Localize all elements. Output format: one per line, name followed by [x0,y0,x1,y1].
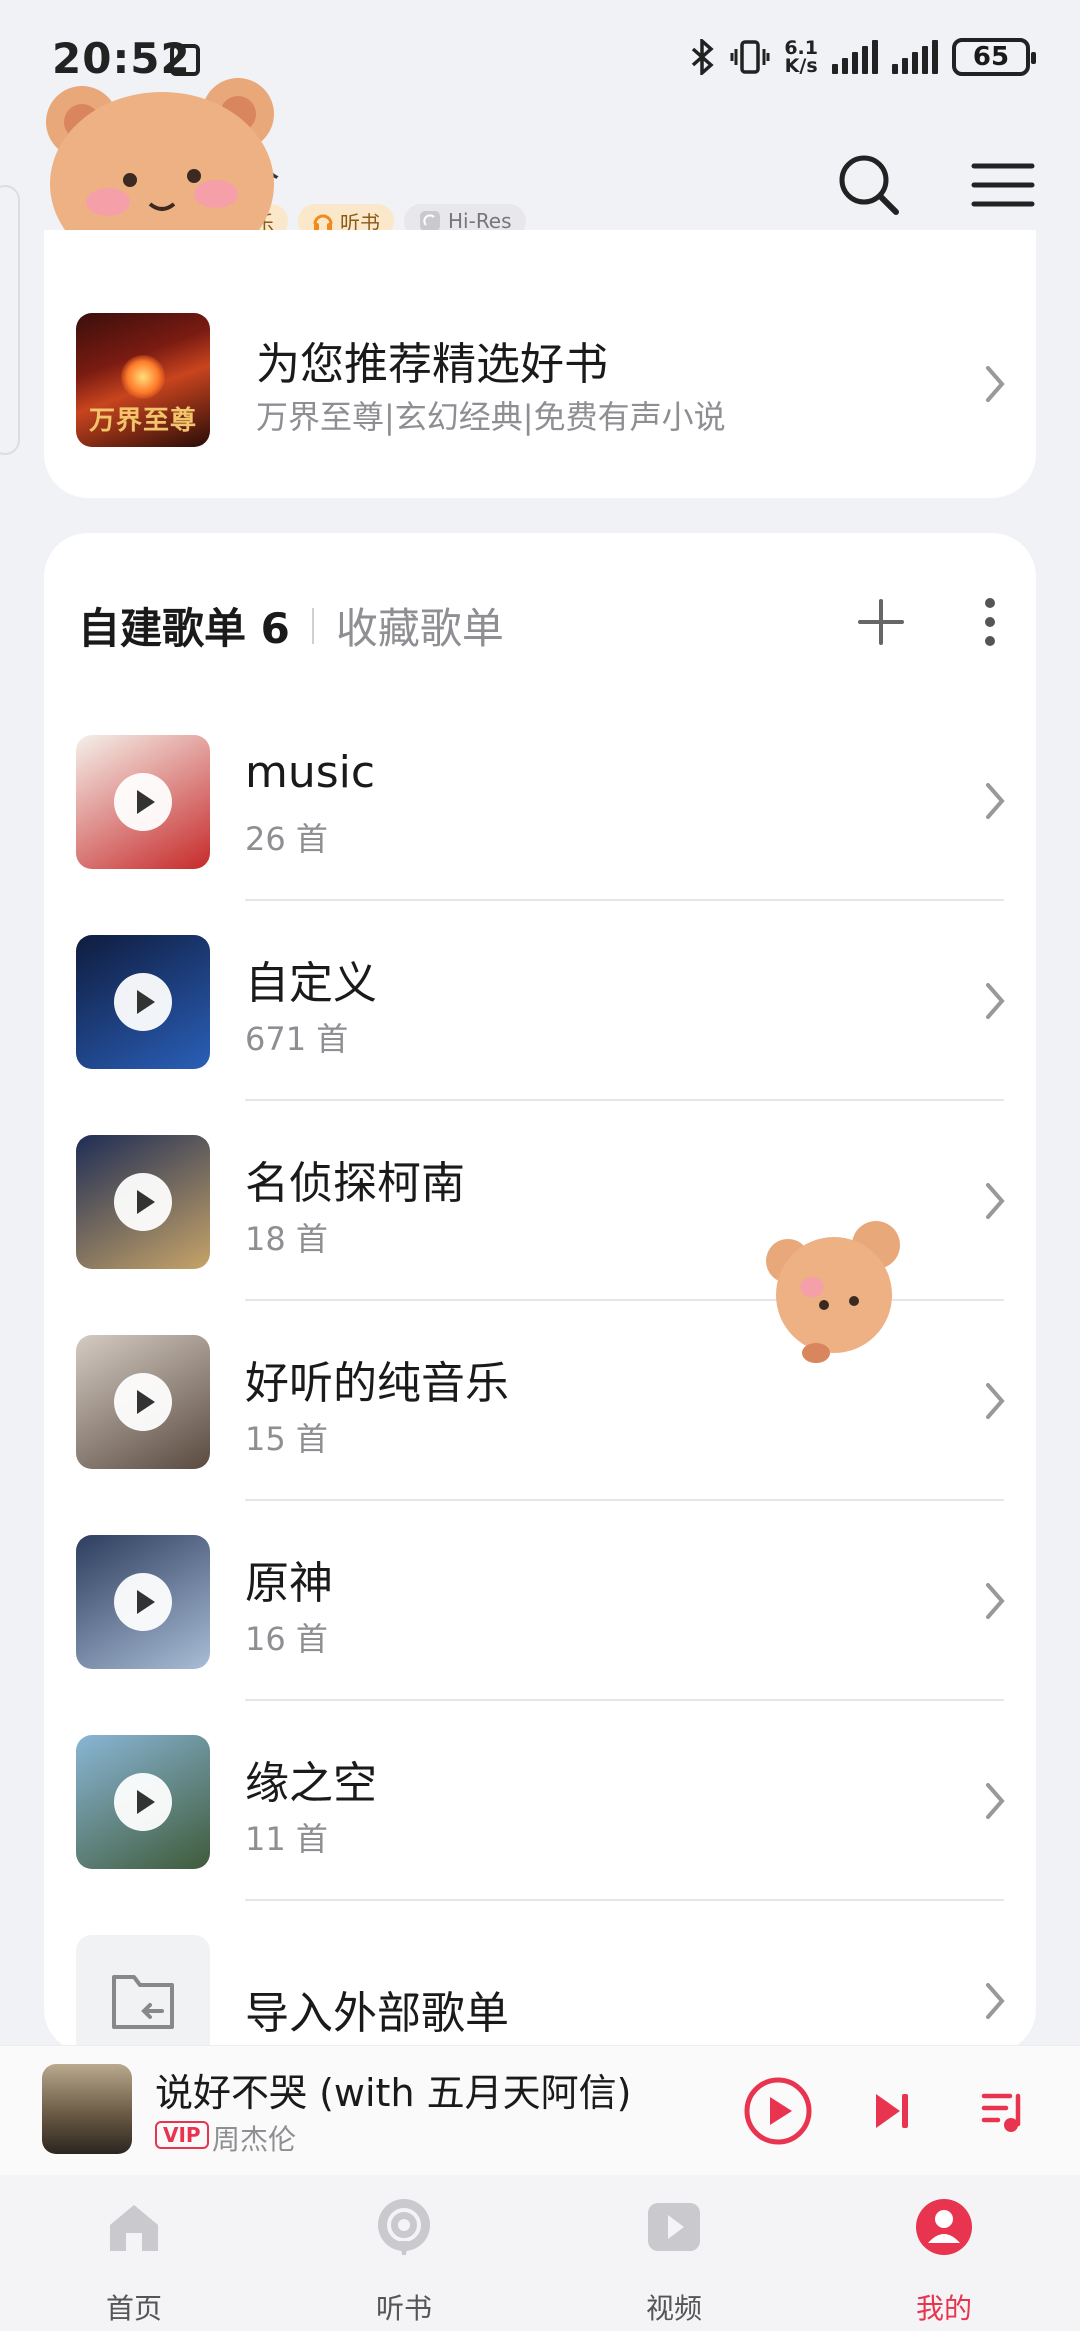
playlist-count: 15 首 [245,1420,328,1458]
net-speed: 6.1 K/s [784,37,818,77]
queue-button[interactable] [980,2090,1028,2134]
playlist-name: 原神 [245,1558,333,1609]
play-button[interactable] [742,2075,814,2147]
now-playing-cover[interactable] [42,2064,132,2154]
now-playing-title: 说好不哭 (with 五月天阿信) [155,2071,632,2115]
playlist-cover [76,1335,210,1469]
playlist-count: 26 首 [245,820,328,858]
now-playing-artist: 周杰伦 [212,2123,297,2156]
nav-video-label: 视频 [645,2292,702,2325]
search-button[interactable] [834,150,904,220]
playlist-cover [76,935,210,1069]
bluetooth-icon [692,39,714,75]
playlist-count: 11 首 [245,1820,328,1858]
mini-player[interactable]: 说好不哭 (with 五月天阿信) VIP 周杰伦 [0,2045,1080,2175]
tab-divider [311,607,314,644]
play-overlay-icon[interactable] [114,1573,172,1631]
playlist-cover [76,1535,210,1669]
nav-audiobook[interactable]: 听书 [324,2175,484,2331]
chevron-right-icon [986,1583,1005,1619]
bottom-nav: 首页 听书 视频 我的 [0,2175,1080,2331]
playlist-cover [76,1735,210,1869]
playlist-row[interactable]: 自定义 671 首 [44,901,1036,1101]
play-overlay-icon[interactable] [114,773,172,831]
tab-created-playlists[interactable]: 自建歌单 6 [78,595,290,656]
nav-audiobook-label: 听书 [375,2292,432,2325]
playlist-count: 18 首 [245,1220,328,1258]
playlist-row[interactable]: 原神 16 首 [44,1501,1036,1701]
chevron-right-icon [986,1783,1005,1819]
cover-title: 万界至尊 [88,406,197,436]
status-icons: 6.1 K/s 65 [690,37,1036,77]
recommend-subtitle: 万界至尊|玄幻经典|免费有声小说 [256,398,726,436]
chevron-right-icon [986,1383,1005,1419]
playlist-name: 名侦探柯南 [245,1158,465,1209]
playlist-cover [76,735,210,869]
play-overlay-icon[interactable] [114,1773,172,1831]
profile-icon [916,2199,972,2255]
playlist-tabs: 自建歌单 6 收藏歌单 [78,595,504,656]
chevron-right-icon [986,983,1005,1019]
add-playlist-button[interactable] [856,597,906,647]
vip-badge: VIP [155,2121,209,2149]
recommend-card[interactable]: 万界至尊 为您推荐精选好书 万界至尊|玄幻经典|免费有声小说 [44,230,1036,498]
signal-icon-2 [892,40,938,74]
chevron-right-icon [986,1983,1005,2019]
import-playlist-label: 导入外部歌单 [245,1988,509,2039]
playlist-cover [76,1135,210,1269]
playlist-count: 671 首 [245,1020,349,1058]
recommend-title: 为您推荐精选好书 [256,339,608,390]
chevron-right-icon [986,783,1005,819]
playlist-row[interactable]: 缘之空 11 首 [44,1701,1036,1901]
cover-glow [121,355,165,399]
nav-mine-label: 我的 [915,2292,972,2325]
playlist-name: music [245,747,376,798]
nav-video[interactable]: 视频 [594,2175,754,2331]
battery-icon: 65 [952,38,1036,76]
playlist-name: 缘之空 [245,1758,377,1809]
more-icon[interactable] [982,595,998,649]
headphones-icon [313,214,333,231]
playlist-count: 16 首 [245,1620,328,1658]
chevron-right-icon [986,366,1005,402]
home-icon [110,2205,158,2251]
nav-mine[interactable]: 我的 [864,2175,1024,2331]
chevron-right-icon [986,1183,1005,1219]
decorative-sticker-bear [766,1221,900,1363]
play-overlay-icon[interactable] [114,973,172,1031]
nav-home[interactable]: 首页 [54,2175,214,2331]
play-overlay-icon[interactable] [114,1373,172,1431]
play-overlay-icon[interactable] [114,1173,172,1231]
vibrate-icon [730,40,770,74]
signal-icon-1 [832,40,878,74]
podcast-icon [378,2199,430,2255]
playlist-row[interactable]: music 26 首 [44,701,1036,901]
nav-home-label: 首页 [105,2292,162,2325]
menu-button[interactable] [968,150,1038,220]
next-track-button[interactable] [872,2090,912,2132]
playlist-name: 好听的纯音乐 [245,1358,509,1409]
video-icon [648,2203,700,2251]
recommend-book-cover: 万界至尊 [76,313,210,447]
playlist-name: 自定义 [245,958,377,1009]
tab-favorite-playlists[interactable]: 收藏歌单 [336,595,504,656]
side-drawer-handle[interactable] [0,185,20,455]
